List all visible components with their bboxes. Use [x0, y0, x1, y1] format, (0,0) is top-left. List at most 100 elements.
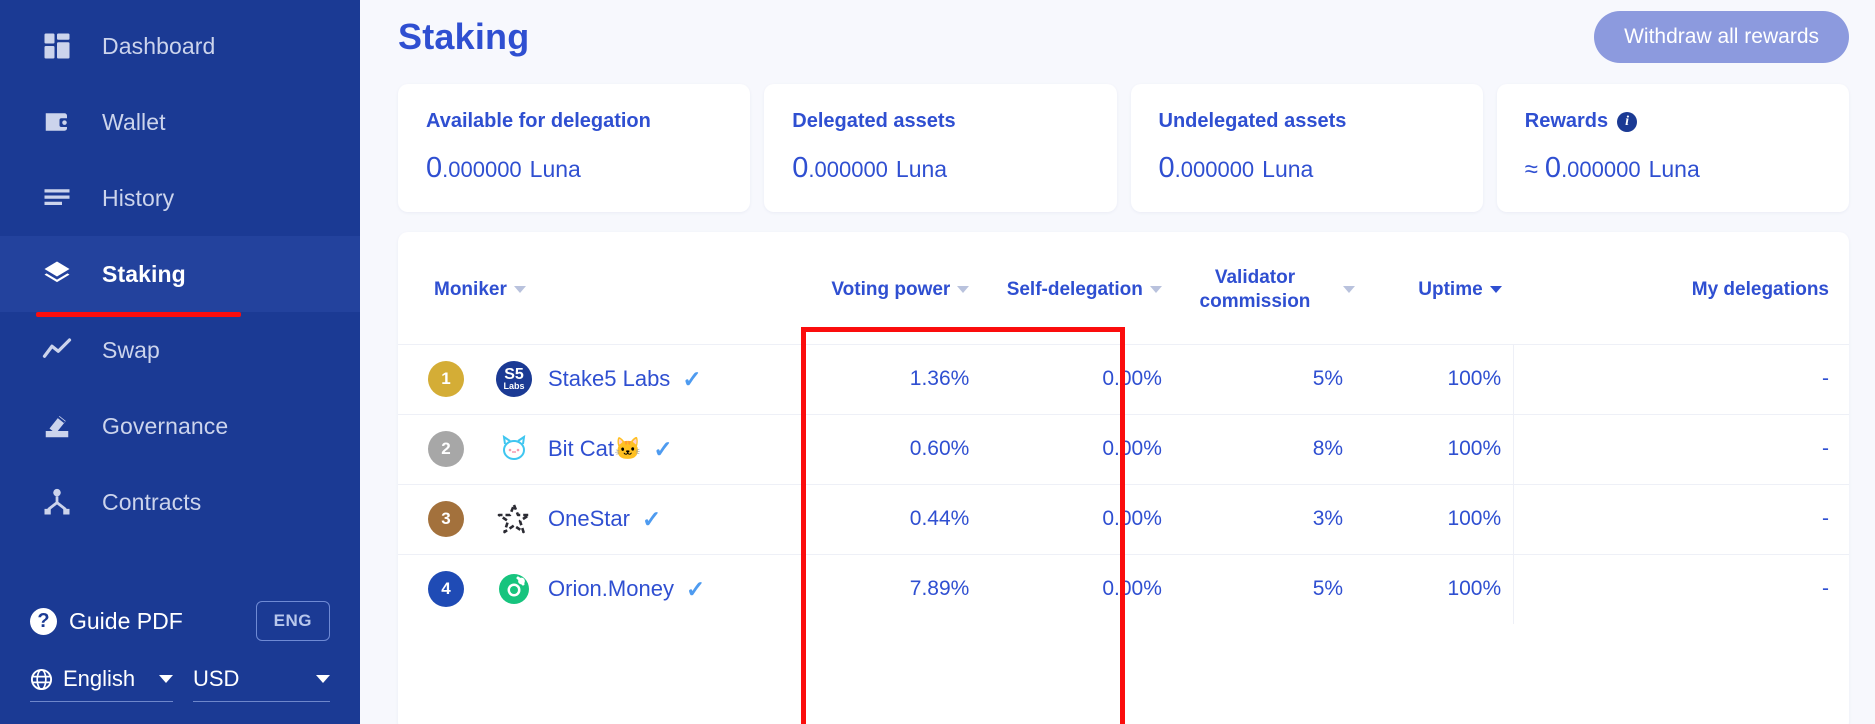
sidebar-item-wallet[interactable]: Wallet: [0, 84, 360, 160]
verified-check-icon: ✓: [641, 505, 662, 532]
column-header[interactable]: Validator commission: [1174, 232, 1356, 344]
sort-caret-icon[interactable]: [1343, 286, 1356, 294]
moniker-cell[interactable]: 2 Bit Cat🐱 ✓: [398, 413, 767, 484]
validator-commission-cell: 8%: [1173, 413, 1356, 484]
column-header[interactable]: Moniker: [398, 232, 766, 344]
moniker-cell[interactable]: 1 S5 Labs Stake5 Labs ✓: [398, 343, 767, 414]
question-circle-icon: ?: [30, 607, 57, 635]
validator-commission-cell: 3%: [1173, 483, 1356, 554]
sidebar-item-contracts[interactable]: Contracts: [0, 464, 360, 540]
bit-cat-logo-icon: [496, 431, 532, 467]
sort-caret-icon[interactable]: [1489, 286, 1502, 294]
rank-badge: 1: [428, 361, 464, 397]
sidebar-item-staking[interactable]: Staking: [0, 236, 360, 312]
stat-value-unit: Luna: [895, 156, 948, 182]
verified-check-icon: ✓: [685, 575, 706, 602]
stat-card-label-row: Undelegated assets: [1159, 110, 1455, 133]
moniker-cell[interactable]: 4 Orion.Money ✓: [398, 553, 767, 624]
my-delegations-cell: -: [1513, 413, 1849, 484]
currency-select-value: USD: [192, 666, 240, 691]
sidebar-item-label: Swap: [102, 336, 160, 363]
language-badge-button[interactable]: ENG: [255, 601, 330, 641]
column-header[interactable]: Uptime: [1355, 232, 1514, 344]
validator-name: Bit Cat🐱: [548, 436, 642, 461]
main-content: Staking Withdraw all rewards Available f…: [360, 0, 1875, 724]
table-row[interactable]: 4 Orion.Money ✓ 7.89% 0.00% 5% 100% -: [398, 553, 1849, 624]
validator-name: OneStar: [548, 506, 630, 531]
stat-card: Rewards i ≈0.000000 Luna: [1496, 84, 1849, 212]
moniker-cell[interactable]: 3 OneStar ✓: [398, 483, 767, 554]
stat-card-label: Available for delegation: [426, 110, 651, 132]
table-row[interactable]: 1 S5 Labs Stake5 Labs ✓ 1.36% 0.00% 5% 100% -: [398, 343, 1849, 414]
validator-commission-cell: 5%: [1173, 343, 1356, 414]
globe-icon: [30, 668, 53, 691]
stat-card-label-row: Rewards i: [1525, 110, 1821, 133]
chevron-down-icon: [158, 675, 173, 683]
sidebar: Dashboard Wallet History Staking Swap Go…: [0, 0, 360, 724]
sidebar-item-dashboard[interactable]: Dashboard: [0, 8, 360, 84]
stat-card-label: Delegated assets: [792, 110, 956, 132]
stat-value-whole: 0: [792, 152, 809, 184]
sidebar-item-label: Dashboard: [102, 32, 216, 59]
column-header-label: Validator commission: [1199, 267, 1311, 312]
table-row[interactable]: 2 Bit Cat🐱 ✓ 0.60% 0.00% 8% 100% -: [398, 413, 1849, 484]
validator-commission-cell: 5%: [1173, 553, 1356, 624]
verified-check-icon: ✓: [653, 435, 673, 462]
withdraw-all-rewards-button[interactable]: Withdraw all rewards: [1594, 11, 1849, 63]
table-row[interactable]: 3 OneStar ✓ 0.44% 0.00% 3% 100% -: [398, 483, 1849, 554]
sidebar-item-label: Staking: [102, 260, 186, 287]
sidebar-item-governance[interactable]: Governance: [0, 388, 360, 464]
sort-caret-icon[interactable]: [1149, 286, 1162, 294]
currency-select[interactable]: USD: [192, 666, 330, 702]
stat-card-value: 0.000000 Luna: [1159, 152, 1455, 185]
self-delegation-cell: 0.00%: [981, 553, 1174, 624]
sort-caret-icon[interactable]: [957, 286, 970, 294]
column-header-label: Moniker: [434, 278, 507, 300]
guide-pdf-row: ? Guide PDF ENG: [30, 590, 330, 652]
self-delegation-cell: 0.00%: [981, 343, 1174, 414]
contracts-node-icon: [40, 485, 74, 519]
column-header[interactable]: Self-delegation: [981, 232, 1174, 344]
stat-card-value: ≈0.000000 Luna: [1525, 152, 1821, 185]
sidebar-item-history[interactable]: History: [0, 160, 360, 236]
voting-power-cell: 1.36%: [766, 343, 982, 414]
validators-table: Moniker Voting power Self-delegation Valida…: [398, 232, 1849, 624]
table-header: Moniker Voting power Self-delegation Valida…: [398, 232, 1849, 344]
verified-check-icon: ✓: [682, 365, 702, 392]
my-delegations-cell: -: [1513, 553, 1849, 624]
chevron-down-icon: [316, 675, 330, 683]
column-header-label: Uptime: [1418, 278, 1483, 300]
column-header-label: Self-delegation: [1006, 278, 1143, 300]
page-header: Staking Withdraw all rewards: [398, 0, 1849, 74]
info-icon[interactable]: i: [1617, 111, 1638, 132]
stat-cards: Available for delegation 0.000000 Luna Dele…: [398, 84, 1849, 212]
stat-card: Delegated assets 0.000000 Luna: [764, 84, 1117, 212]
stat-value-fraction: .000000: [808, 157, 888, 182]
history-lines-icon: [40, 181, 74, 215]
rank-badge: 2: [428, 431, 464, 467]
stat-card: Available for delegation 0.000000 Luna: [398, 84, 751, 212]
stat-card-label-row: Available for delegation: [426, 110, 722, 133]
guide-pdf-link[interactable]: Guide PDF: [69, 608, 183, 635]
stat-card-label-row: Delegated assets: [792, 110, 1088, 133]
sidebar-item-swap[interactable]: Swap: [0, 312, 360, 388]
sidebar-item-label: Contracts: [102, 488, 202, 515]
stat-value-fraction: .000000: [1174, 157, 1255, 182]
page-title: Staking: [398, 16, 530, 57]
column-header[interactable]: Voting power: [766, 232, 981, 344]
swap-chart-icon: [40, 333, 74, 367]
stat-value-unit: Luna: [529, 156, 581, 182]
table-header-row: Moniker Voting power Self-delegation Valida…: [398, 232, 1849, 344]
column-header-label: Voting power: [831, 278, 951, 300]
table-body: 1 S5 Labs Stake5 Labs ✓ 1.36% 0.00% 5% 100% -2 Bit…: [398, 343, 1849, 624]
self-delegation-cell: 0.00%: [981, 483, 1174, 554]
sidebar-item-label: Governance: [102, 412, 229, 439]
stat-card: Undelegated assets 0.000000 Luna: [1130, 84, 1483, 212]
onestar-logo-icon: [496, 501, 532, 537]
stat-value-unit: Luna: [1262, 156, 1314, 182]
locale-row: English USD: [30, 666, 330, 702]
sort-caret-icon[interactable]: [513, 286, 526, 294]
sidebar-item-label: History: [102, 184, 175, 211]
stat-value-whole: 0: [1158, 152, 1175, 184]
language-select[interactable]: English: [30, 666, 173, 702]
